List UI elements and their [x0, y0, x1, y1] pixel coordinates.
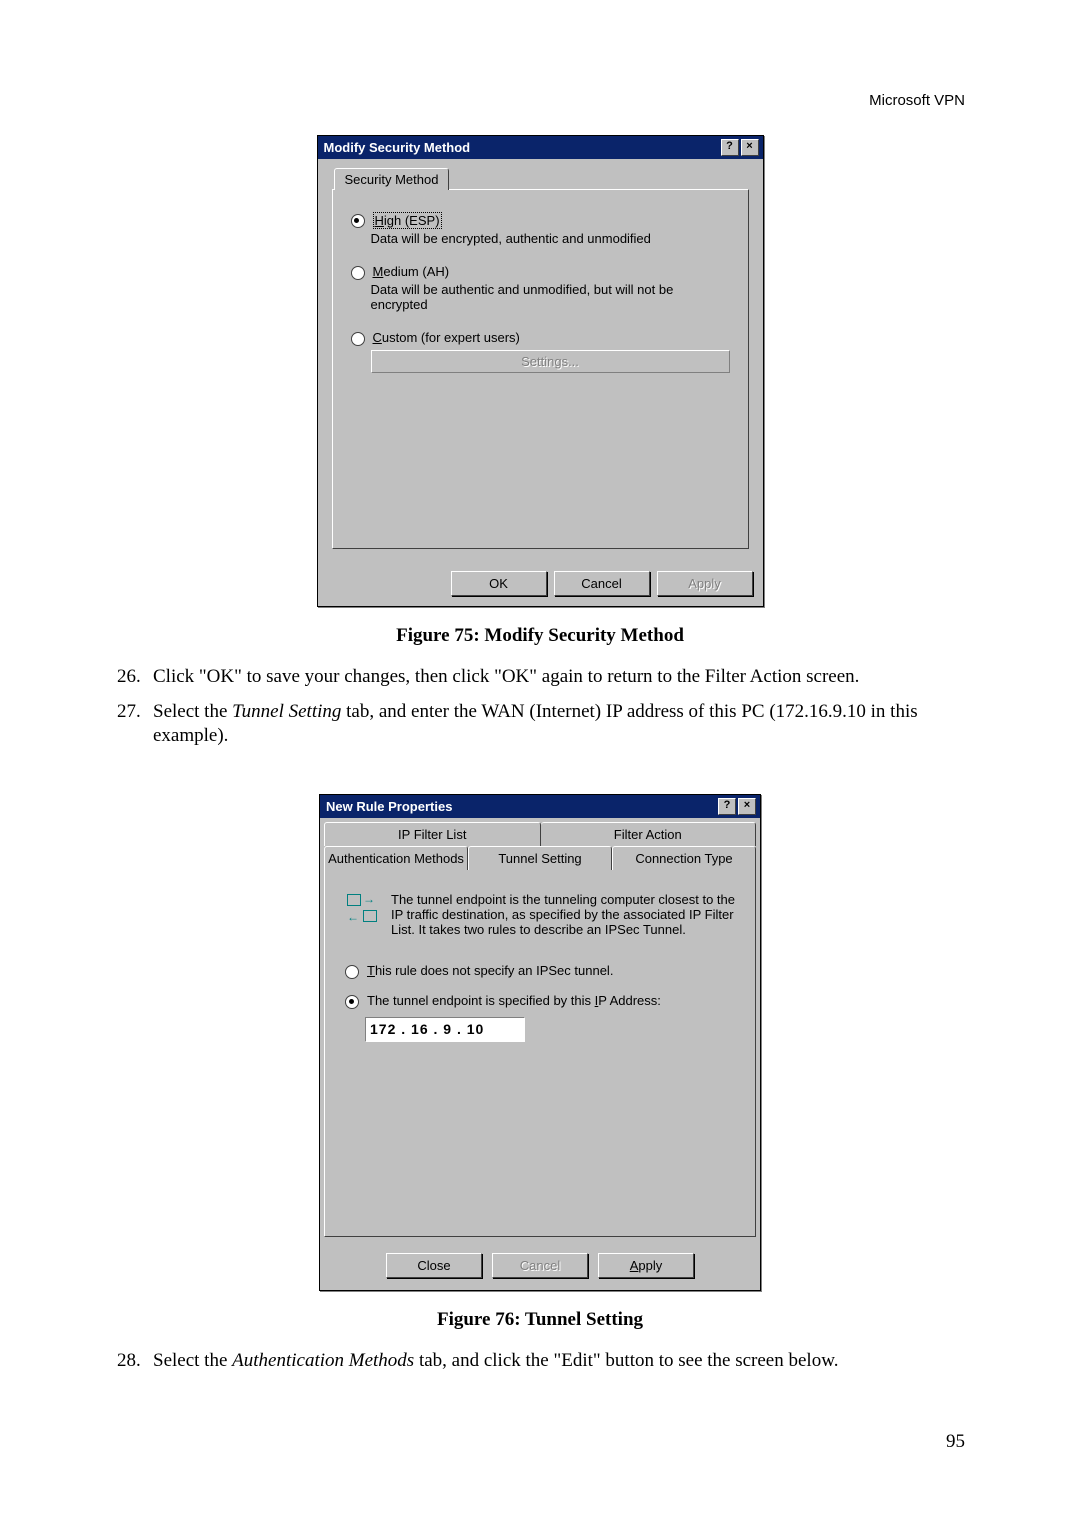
- tunnel-icon: → ←: [345, 892, 377, 924]
- step-27: 27. Select the Tunnel Setting tab, and e…: [117, 700, 965, 749]
- dialog2-title: New Rule Properties: [326, 799, 452, 814]
- tunnel-desc: The tunnel endpoint is the tunneling com…: [391, 892, 739, 937]
- close-icon[interactable]: ×: [741, 139, 759, 156]
- figure-75-caption: Figure 75: Modify Security Method: [115, 625, 965, 647]
- ok-button[interactable]: OK: [451, 571, 547, 596]
- radio-high-label[interactable]: High (ESP): [373, 212, 442, 229]
- help-icon[interactable]: ?: [721, 139, 739, 156]
- radio-custom[interactable]: [351, 332, 365, 346]
- radio-no-tunnel-label[interactable]: This rule does not specify an IPSec tunn…: [367, 963, 613, 978]
- settings-button: Settings...: [371, 350, 730, 373]
- tab-security-method[interactable]: Security Method: [334, 168, 450, 190]
- close-button[interactable]: Close: [386, 1253, 482, 1278]
- apply-button: Apply: [657, 571, 753, 596]
- dialog2-titlebar: New Rule Properties ? ×: [320, 795, 760, 818]
- dialog-titlebar: Modify Security Method ? ×: [318, 136, 763, 159]
- radio-tunnel-ip[interactable]: [345, 995, 359, 1009]
- page-number: 95: [946, 1431, 965, 1453]
- cancel-button: Cancel: [492, 1253, 588, 1278]
- header-section: Microsoft VPN: [869, 92, 965, 109]
- radio-high[interactable]: [351, 214, 365, 228]
- step-26: 26. Click "OK" to save your changes, the…: [117, 665, 965, 690]
- dialog-title: Modify Security Method: [324, 140, 471, 155]
- tab-connection-type[interactable]: Connection Type: [612, 846, 756, 870]
- tab-tunnel-setting[interactable]: Tunnel Setting: [468, 846, 612, 870]
- medium-desc: Data will be authentic and unmodified, b…: [371, 282, 730, 312]
- radio-medium[interactable]: [351, 266, 365, 280]
- radio-no-tunnel[interactable]: [345, 965, 359, 979]
- radio-custom-label[interactable]: Custom (for expert users): [373, 330, 520, 345]
- new-rule-properties-dialog: New Rule Properties ? × IP Filter List F…: [319, 794, 761, 1291]
- figure-76-caption: Figure 76: Tunnel Setting: [115, 1309, 965, 1331]
- tab-authentication-methods[interactable]: Authentication Methods: [324, 846, 468, 870]
- step-28: 28. Select the Authentication Methods ta…: [117, 1349, 965, 1374]
- close-icon[interactable]: ×: [738, 798, 756, 815]
- high-desc: Data will be encrypted, authentic and un…: [371, 231, 730, 246]
- tab-ip-filter-list[interactable]: IP Filter List: [324, 822, 541, 846]
- tab-filter-action[interactable]: Filter Action: [541, 822, 757, 846]
- help-icon[interactable]: ?: [718, 798, 736, 815]
- radio-tunnel-ip-label[interactable]: The tunnel endpoint is specified by this…: [367, 993, 661, 1008]
- apply-button[interactable]: Apply: [598, 1253, 694, 1278]
- modify-security-method-dialog: Modify Security Method ? × Security Meth…: [317, 135, 764, 607]
- ip-address-field[interactable]: 172 . 16 . 9 . 10: [365, 1017, 525, 1042]
- radio-medium-label[interactable]: Medium (AH): [373, 264, 450, 279]
- cancel-button[interactable]: Cancel: [554, 571, 650, 596]
